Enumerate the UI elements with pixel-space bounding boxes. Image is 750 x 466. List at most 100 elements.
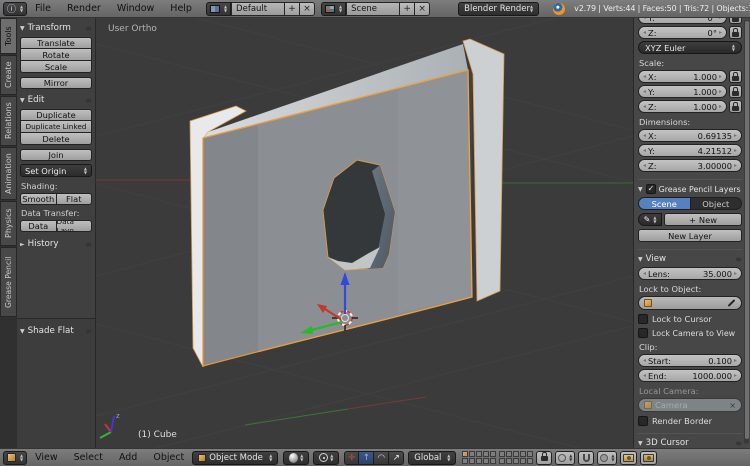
lock-to-scene-button[interactable] [536, 451, 552, 465]
grease-pencil-checkbox[interactable] [646, 184, 656, 194]
lock-object-picker[interactable] [638, 296, 742, 310]
scale-z-field[interactable]: Z: 1.000 [638, 100, 727, 113]
layer-toggle[interactable] [483, 451, 489, 457]
menu-select[interactable]: Select [66, 452, 111, 463]
lock-to-cursor-checkbox[interactable] [638, 314, 648, 324]
set-origin-dropdown[interactable]: Set Origin [20, 164, 92, 177]
menu-object[interactable]: Object [145, 452, 192, 463]
menu-add[interactable]: Add [111, 452, 145, 463]
scale-x-field[interactable]: X: 1.000 [638, 70, 727, 83]
layer-toggle[interactable] [527, 451, 533, 457]
pivot-point-dropdown[interactable] [313, 451, 339, 465]
rotation-y-lock-button[interactable] [729, 18, 742, 24]
layer-toggle[interactable] [476, 451, 482, 457]
scrollbar-thumb[interactable] [745, 21, 749, 439]
properties-scrollbar[interactable] [744, 20, 749, 444]
render-animation-button[interactable] [640, 451, 657, 465]
dimensions-x-field[interactable]: X: 0.69135 [638, 129, 742, 142]
layer-toggle[interactable] [520, 458, 526, 464]
scene-delete-button[interactable]: × [415, 2, 430, 16]
scale-x-lock-button[interactable] [729, 70, 742, 83]
editor-type-selector-info[interactable]: ⓘ [3, 2, 27, 16]
manipulator-scale-button[interactable]: ↗ [389, 451, 404, 465]
shelf-tab-tools[interactable]: Tools [0, 18, 17, 54]
delete-button[interactable]: Delete [20, 133, 92, 145]
gp-new-button[interactable]: + New [664, 213, 742, 226]
rotation-z-lock-button[interactable] [729, 26, 742, 39]
grease-pencil-panel-header[interactable]: Grease Pencil Layers [638, 179, 742, 194]
scale-y-lock-button[interactable] [729, 85, 742, 98]
shelf-tab-create[interactable]: Create [0, 55, 17, 95]
view-panel-header[interactable]: View ≡ [638, 249, 742, 264]
layer-toggle[interactable] [469, 451, 475, 457]
render-still-button[interactable] [620, 451, 637, 465]
shelf-tab-animation[interactable]: Animation [0, 147, 17, 200]
manipulator-translate-button[interactable]: ↑ [359, 451, 374, 465]
transform-panel-header[interactable]: Transform ≡ [20, 22, 92, 34]
edit-panel-header[interactable]: Edit ≡ [20, 94, 92, 106]
viewport-3d-canvas[interactable]: z [96, 18, 633, 448]
shelf-tab-grease-pencil[interactable]: Grease Pencil [0, 247, 17, 317]
transfer-data-layout-button[interactable]: Data Layo [57, 220, 93, 232]
screen-layout-delete-button[interactable]: × [300, 2, 315, 16]
dimensions-y-field[interactable]: Y: 4.21512 [638, 144, 742, 157]
duplicate-linked-button[interactable]: Duplicate Linked [20, 121, 92, 133]
cursor-panel-header[interactable]: 3D Cursor ≡ [638, 433, 742, 448]
local-camera-picker[interactable]: Camera × [638, 398, 742, 412]
menu-view[interactable]: View [27, 452, 66, 463]
clip-start-field[interactable]: Start: 0.100 [638, 354, 742, 367]
layer-toggle[interactable] [483, 458, 489, 464]
manipulator-rotate-button[interactable]: ◠ [374, 451, 389, 465]
lock-camera-checkbox[interactable] [638, 328, 648, 338]
layer-toggle[interactable] [462, 451, 468, 457]
render-border-checkbox[interactable] [638, 416, 648, 426]
duplicate-button[interactable]: Duplicate [20, 109, 92, 121]
menu-render[interactable]: Render [59, 3, 109, 14]
layer-toggle[interactable] [513, 458, 519, 464]
shelf-tab-relations[interactable]: Relations [0, 96, 17, 146]
viewport-shading-dropdown[interactable] [283, 451, 309, 465]
screen-layout-name-field[interactable]: Default [231, 2, 285, 16]
layer-toggle[interactable] [499, 451, 505, 457]
dimensions-z-field[interactable]: Z: 3.00000 [638, 159, 742, 172]
shade-flat-redo-header[interactable]: Shade Flat ≡ [20, 325, 92, 337]
scale-z-lock-button[interactable] [729, 100, 742, 113]
lens-field[interactable]: Lens: 35.000 [638, 267, 742, 280]
viewport-3d[interactable]: z User Ortho (1) Cube [96, 18, 633, 448]
transfer-data-button[interactable]: Data [20, 220, 57, 232]
rotation-z-field[interactable]: Z: 0° [638, 26, 727, 39]
mirror-button[interactable]: Mirror [20, 77, 92, 89]
rotate-button[interactable]: Rotate [20, 49, 92, 61]
proportional-edit-dropdown[interactable] [555, 451, 575, 465]
gp-brush-dropdown[interactable]: ✎ [638, 213, 662, 226]
screen-layout-browse-button[interactable] [206, 2, 231, 16]
mode-dropdown[interactable]: Object Mode [192, 451, 278, 465]
snap-toggle-button[interactable] [578, 451, 594, 465]
layer-toggle[interactable] [520, 451, 526, 457]
transform-orientation-dropdown[interactable]: Global [408, 451, 456, 465]
layer-toggle[interactable] [462, 458, 468, 464]
layer-toggle[interactable] [506, 451, 512, 457]
rotation-mode-dropdown[interactable]: XYZ Euler [638, 41, 742, 54]
layer-toggle[interactable] [490, 451, 496, 457]
scene-name-field[interactable]: Scene [346, 2, 400, 16]
menu-window[interactable]: Window [109, 3, 162, 14]
scale-y-field[interactable]: Y: 1.000 [638, 85, 727, 98]
manipulator-toggle-button[interactable]: ✛ [344, 451, 359, 465]
screen-layout-add-button[interactable]: + [285, 2, 300, 16]
shade-smooth-button[interactable]: Smooth [20, 193, 57, 205]
layer-toggle[interactable] [506, 458, 512, 464]
layer-toggle[interactable] [476, 458, 482, 464]
layer-toggle[interactable] [527, 458, 533, 464]
translate-button[interactable]: Translate [20, 37, 92, 49]
menu-file[interactable]: File [27, 3, 59, 14]
snap-element-dropdown[interactable] [597, 451, 617, 465]
history-panel-header[interactable]: History ≡ [20, 238, 92, 250]
shade-flat-button[interactable]: Flat [57, 193, 93, 205]
render-engine-dropdown[interactable]: Blender Render [458, 2, 539, 16]
scene-add-button[interactable]: + [400, 2, 415, 16]
editor-type-selector-3dview[interactable] [3, 451, 27, 465]
scene-browse-button[interactable] [321, 2, 346, 16]
menu-help[interactable]: Help [162, 3, 200, 14]
eyedropper-icon[interactable] [728, 299, 736, 307]
